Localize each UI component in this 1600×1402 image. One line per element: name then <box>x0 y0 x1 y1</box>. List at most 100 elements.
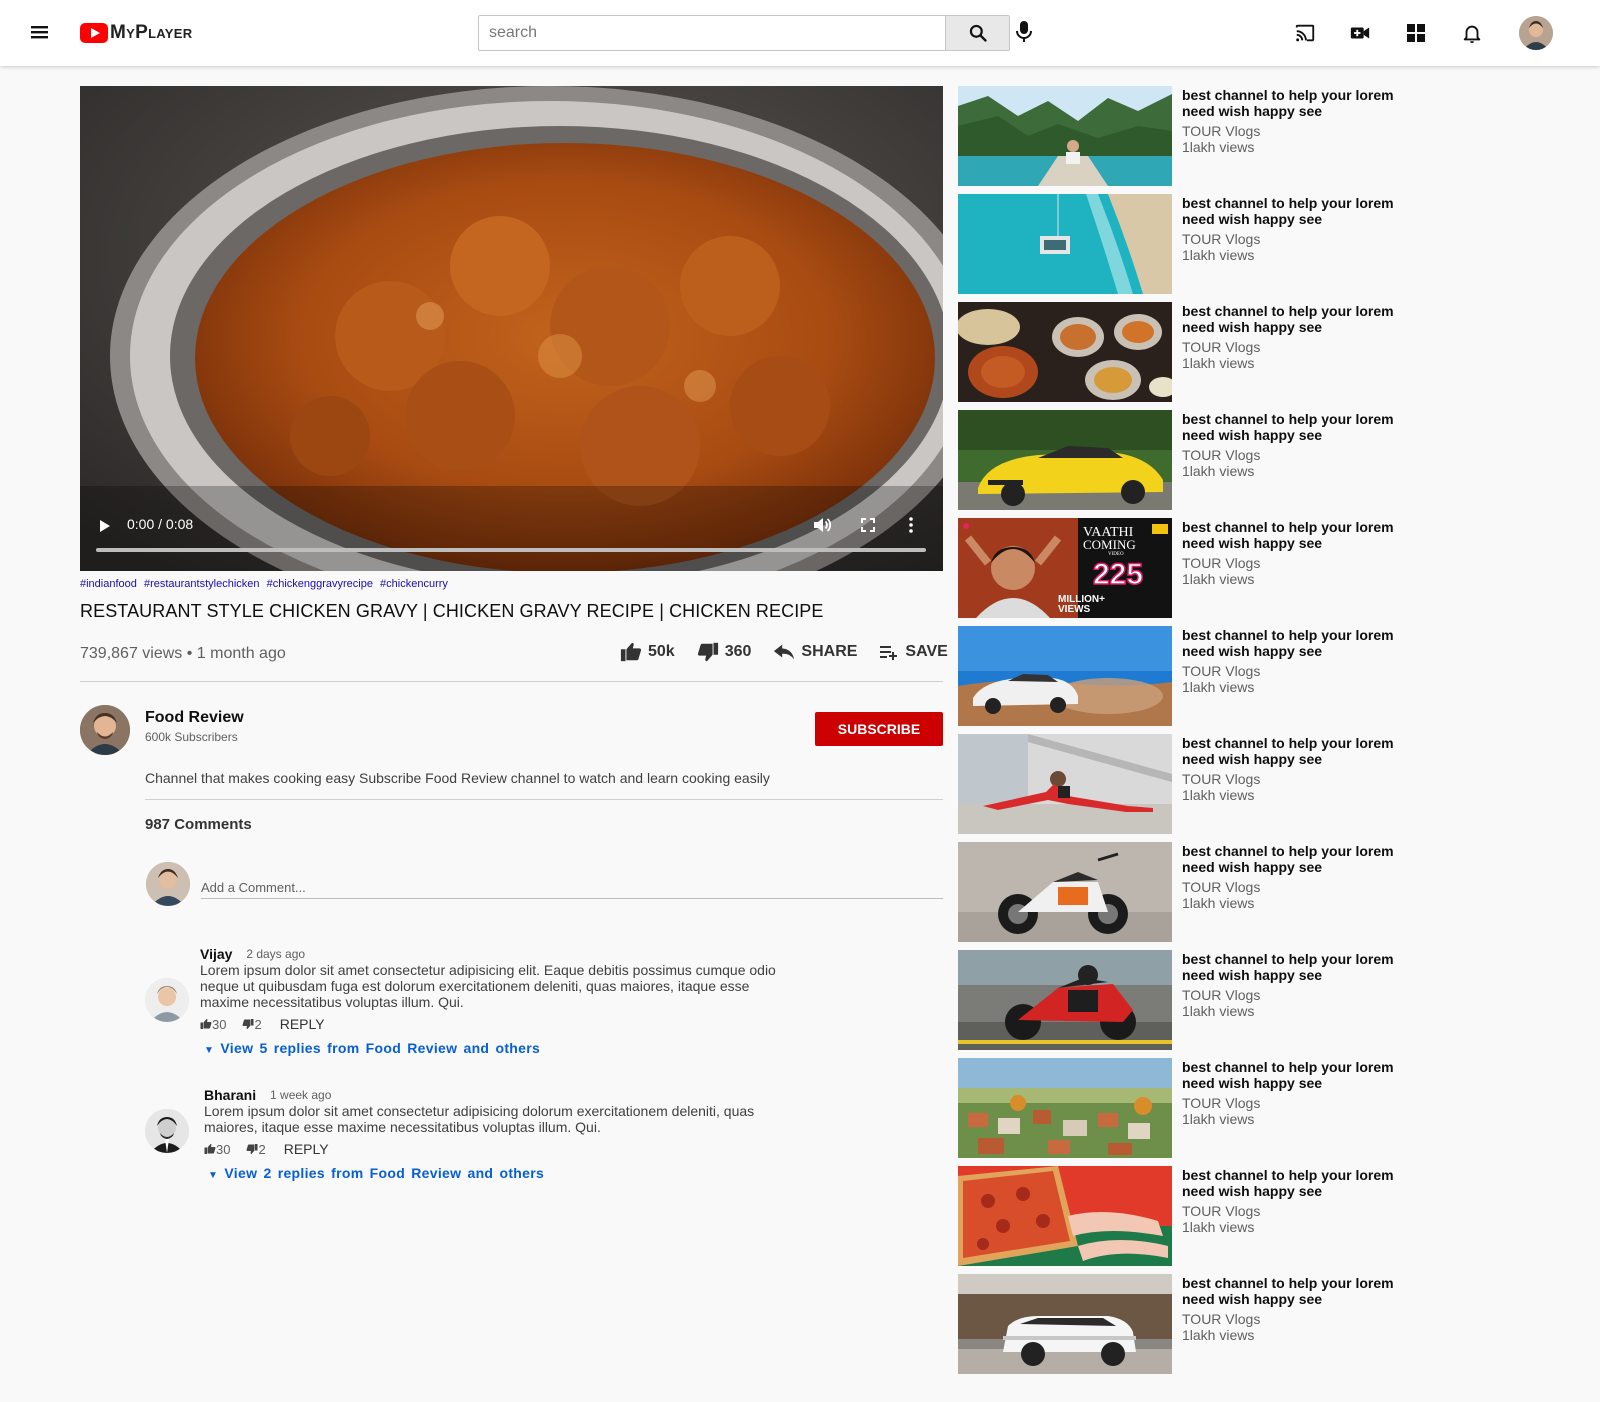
hashtag-link[interactable]: #chickenggravyrecipe <box>267 578 373 590</box>
comment-author[interactable]: Vijay 2 days ago <box>200 946 305 962</box>
channel-avatar[interactable] <box>80 705 130 755</box>
add-comment-input[interactable] <box>201 877 943 899</box>
comment-like-count: 30 <box>216 1141 231 1157</box>
comment-like-button[interactable]: 30 <box>200 1017 226 1032</box>
cast-icon[interactable] <box>1293 21 1317 45</box>
recommended-video-channel: TOUR Vlogs <box>1182 663 1261 679</box>
recommended-video[interactable]: best channel to help your lorem need wis… <box>958 1058 1518 1158</box>
video-thumbnail <box>958 86 1172 186</box>
current-user-avatar <box>146 862 190 906</box>
recommended-video-title: best channel to help your lorem need wis… <box>1182 195 1394 227</box>
recommended-video[interactable]: best channel to help your lorem need wis… <box>958 1274 1518 1374</box>
recommended-video[interactable]: best channel to help your lorem need wis… <box>958 86 1518 186</box>
recommended-video-title: best channel to help your lorem need wis… <box>1182 303 1394 335</box>
app-logo[interactable]: MyPlayer <box>80 20 192 46</box>
hamburger-menu-icon[interactable] <box>28 20 52 44</box>
thumbnail-overlay-sub2: VIEWS <box>1058 604 1091 615</box>
recommended-video-views: 1lakh views <box>1182 247 1255 263</box>
save-button[interactable]: SAVE <box>879 642 948 662</box>
apps-grid-icon[interactable] <box>1404 21 1428 45</box>
caret-down-icon: ▼ <box>208 1170 219 1181</box>
view-replies-label: View 5 replies from Food Review and othe… <box>220 1040 541 1056</box>
comment-like-count: 30 <box>212 1016 227 1032</box>
commenter-avatar[interactable] <box>145 978 189 1022</box>
recommended-video[interactable]: best channel to help your lorem need wis… <box>958 194 1518 294</box>
recommended-video[interactable]: best channel to help your lorem need wis… <box>958 410 1518 510</box>
like-count: 50k <box>648 643 675 660</box>
video-progress-bar[interactable] <box>96 548 926 552</box>
recommended-video[interactable]: best channel to help your lorem need wis… <box>958 842 1518 942</box>
recommended-video-title: best channel to help your lorem need wis… <box>1182 735 1394 767</box>
search-button[interactable] <box>946 15 1010 51</box>
play-logo-icon <box>80 23 108 43</box>
hashtag-link[interactable]: #indianfood <box>80 578 137 590</box>
hashtag-link[interactable]: #restaurantstylechicken <box>144 578 260 590</box>
thumbs-up-icon <box>620 642 642 662</box>
reply-button[interactable]: REPLY <box>280 1016 325 1032</box>
hashtag-link[interactable]: #chickencurry <box>380 578 448 590</box>
recommended-video-channel: TOUR Vlogs <box>1182 339 1261 355</box>
view-replies-link[interactable]: ▼ View 5 replies from Food Review and ot… <box>204 1040 540 1056</box>
commenter-avatar[interactable] <box>145 1109 189 1153</box>
fullscreen-icon[interactable] <box>860 517 876 538</box>
thumbnail-overlay-line2: COMING <box>1083 537 1136 552</box>
comment-author[interactable]: Bharani 1 week ago <box>204 1087 331 1103</box>
recommended-video-views: 1lakh views <box>1182 1219 1255 1235</box>
divider <box>145 799 943 800</box>
comment-text: Lorem ipsum dolor sit amet consectetur a… <box>200 962 776 1010</box>
dislike-button[interactable]: 360 <box>697 641 751 663</box>
like-button[interactable]: 50k <box>620 641 675 663</box>
recommended-video-title: best channel to help your lorem need wis… <box>1182 627 1394 659</box>
voice-search-button[interactable] <box>1012 20 1036 46</box>
volume-icon[interactable] <box>812 516 832 539</box>
search-input[interactable] <box>478 15 946 51</box>
notifications-bell-icon[interactable] <box>1460 21 1484 45</box>
logo-text: MyPlayer <box>110 22 193 43</box>
recommended-video[interactable]: best channel to help your lorem need wis… <box>958 1166 1518 1266</box>
save-label: SAVE <box>905 643 948 660</box>
recommended-video-title: best channel to help your lorem need wis… <box>1182 1059 1394 1091</box>
video-thumbnail <box>958 302 1172 402</box>
video-title: RESTAURANT STYLE CHICKEN GRAVY | CHICKEN… <box>80 601 824 621</box>
video-thumbnail <box>958 734 1172 834</box>
video-player[interactable]: 0:00 / 0:08 <box>80 86 943 571</box>
comment-like-button[interactable]: 30 <box>204 1142 230 1157</box>
video-thumbnail <box>958 626 1172 726</box>
channel-description: Channel that makes cooking easy Subscrib… <box>145 770 770 786</box>
recommended-video[interactable]: best channel to help your lorem need wis… <box>958 734 1518 834</box>
comment-dislike-button[interactable]: 2 <box>246 1142 266 1157</box>
recommended-video-channel: TOUR Vlogs <box>1182 447 1261 463</box>
recommended-video-channel: TOUR Vlogs <box>1182 879 1261 895</box>
recommended-video-channel: TOUR Vlogs <box>1182 1095 1261 1111</box>
recommended-video-views: 1lakh views <box>1182 571 1255 587</box>
comments-count: 987 Comments <box>145 816 252 833</box>
subscribe-button[interactable]: SUBSCRIBE <box>815 712 943 746</box>
channel-name[interactable]: Food Review <box>145 709 244 727</box>
top-header: MyPlayer <box>0 0 1600 66</box>
play-button[interactable] <box>98 518 112 539</box>
recommended-video[interactable]: best channel to help your lorem need wis… <box>958 626 1518 726</box>
reply-button[interactable]: REPLY <box>284 1141 329 1157</box>
recommended-video[interactable]: best channel to help your lorem need wis… <box>958 302 1518 402</box>
thumbs-down-icon <box>246 1144 258 1154</box>
comment-dislike-button[interactable]: 2 <box>242 1017 262 1032</box>
create-video-icon[interactable] <box>1348 21 1372 45</box>
recommended-video-views: 1lakh views <box>1182 1003 1255 1019</box>
video-views-date: 739,867 views • 1 month ago <box>80 645 286 662</box>
recommended-video[interactable]: VAATHI COMING VIDEO 225 MILLION+ VIEWS b… <box>958 518 1518 618</box>
recommended-video-channel: TOUR Vlogs <box>1182 771 1261 787</box>
comment-author-name: Bharani <box>204 1087 257 1103</box>
more-options-icon[interactable] <box>908 516 914 539</box>
comment-text: Lorem ipsum dolor sit amet consectetur a… <box>204 1103 755 1135</box>
recommended-video[interactable]: best channel to help your lorem need wis… <box>958 950 1518 1050</box>
video-actions: 50k 360 SHARE SAVE <box>620 641 948 663</box>
video-thumbnail <box>958 950 1172 1050</box>
recommended-video-views: 1lakh views <box>1182 787 1255 803</box>
recommended-video-title: best channel to help your lorem need wis… <box>1182 1167 1394 1199</box>
view-replies-link[interactable]: ▼ View 2 replies from Food Review and ot… <box>208 1165 544 1181</box>
user-avatar[interactable] <box>1519 16 1553 50</box>
share-button[interactable]: SHARE <box>773 642 857 662</box>
video-hashtags: #indianfood #restaurantstylechicken #chi… <box>80 578 452 590</box>
recommended-video-views: 1lakh views <box>1182 895 1255 911</box>
video-thumbnail: VAATHI COMING VIDEO 225 MILLION+ VIEWS <box>958 518 1172 618</box>
